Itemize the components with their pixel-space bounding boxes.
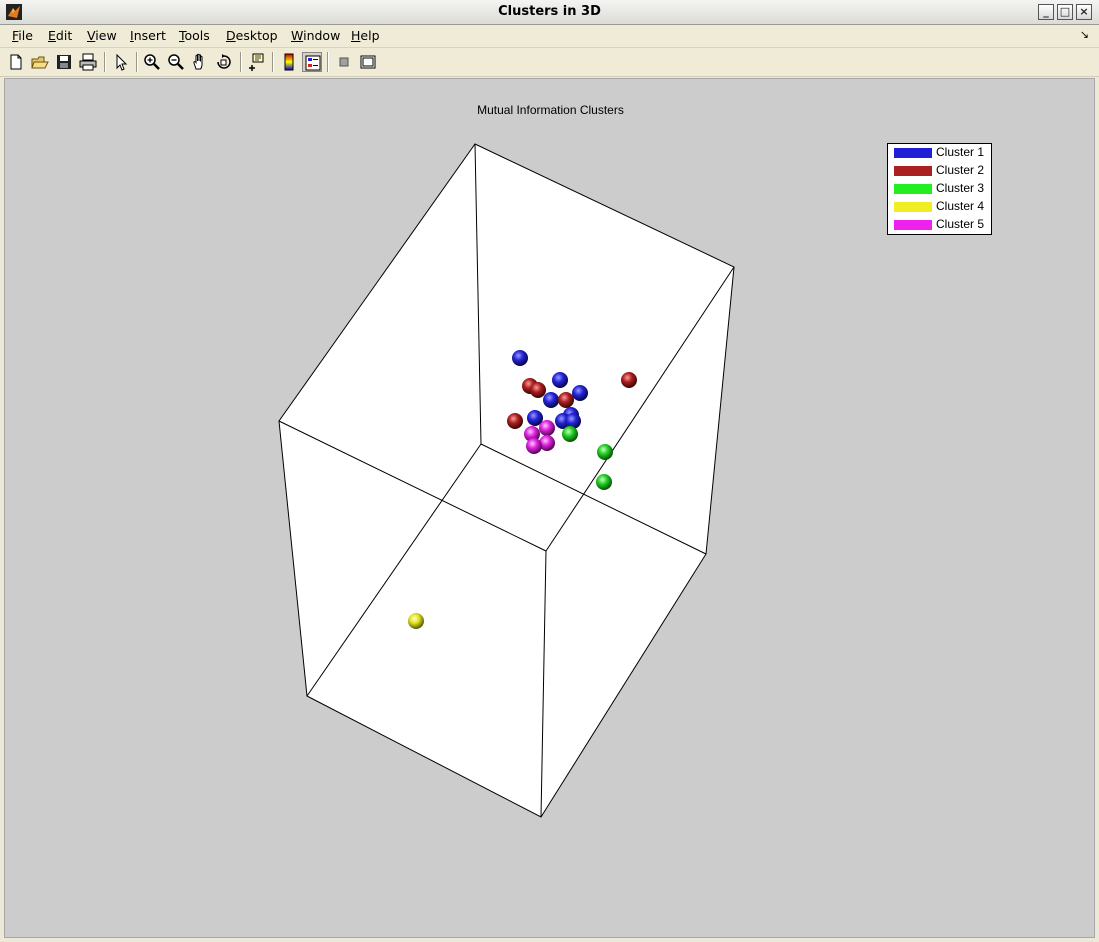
edit-plot-arrow-icon[interactable] <box>111 52 131 72</box>
legend-label: Cluster 4 <box>936 199 985 213</box>
save-icon[interactable] <box>54 52 74 72</box>
menu-edit[interactable]: Edit <box>48 28 72 43</box>
menu-bar: File Edit View Insert Tools Desktop Wind… <box>0 25 1099 48</box>
rotate-3d-icon[interactable] <box>214 52 234 72</box>
hide-plot-tools-icon[interactable] <box>334 52 354 72</box>
cluster-2-point <box>621 372 637 388</box>
legend-label: Cluster 3 <box>936 181 985 195</box>
pan-hand-icon[interactable] <box>190 52 210 72</box>
figure-canvas[interactable]: Mutual Information Clusters Cluster 1 Cl… <box>4 78 1095 938</box>
cluster-3-point <box>562 426 578 442</box>
menu-desktop[interactable]: Desktop <box>226 28 278 43</box>
toolbar-separator <box>272 52 274 72</box>
legend-swatch <box>894 220 932 230</box>
menu-view[interactable]: View <box>87 28 117 43</box>
window-titlebar: Clusters in 3D _ □ × <box>0 0 1099 25</box>
minimize-button[interactable]: _ <box>1038 4 1054 20</box>
dock-figure-icon[interactable]: ↘ <box>1080 28 1089 41</box>
menu-insert[interactable]: Insert <box>130 28 166 43</box>
new-figure-icon[interactable] <box>6 52 26 72</box>
legend-swatch <box>894 202 932 212</box>
cluster-5-point <box>539 420 555 436</box>
cluster-2-point <box>507 413 523 429</box>
legend-swatch <box>894 166 932 176</box>
zoom-out-icon[interactable] <box>166 52 186 72</box>
toolbar-separator <box>104 52 106 72</box>
open-file-icon[interactable] <box>30 52 50 72</box>
cluster-4-point <box>408 613 424 629</box>
toolbar-separator <box>136 52 138 72</box>
cluster-3-point <box>596 474 612 490</box>
zoom-in-icon[interactable] <box>142 52 162 72</box>
cluster-1-point <box>512 350 528 366</box>
legend-label: Cluster 5 <box>936 217 985 231</box>
legend-box[interactable]: Cluster 1 Cluster 2 Cluster 3 Cluster 4 … <box>887 143 992 235</box>
axes-box-background <box>278 143 735 818</box>
legend-icon[interactable] <box>302 52 322 72</box>
legend-swatch <box>894 148 932 158</box>
figure-toolbar <box>0 48 1099 77</box>
cluster-3-point <box>597 444 613 460</box>
colorbar-icon[interactable] <box>279 52 299 72</box>
toolbar-separator <box>240 52 242 72</box>
maximize-button[interactable]: □ <box>1057 4 1073 20</box>
toolbar-separator <box>327 52 329 72</box>
cluster-5-point <box>526 438 542 454</box>
data-cursor-icon[interactable] <box>246 52 266 72</box>
print-icon[interactable] <box>78 52 98 72</box>
window-title: Clusters in 3D <box>498 4 601 19</box>
menu-file[interactable]: File <box>12 28 33 43</box>
cluster-2-point <box>530 382 546 398</box>
menu-help[interactable]: Help <box>351 28 380 43</box>
cluster-1-point <box>543 392 559 408</box>
close-button[interactable]: × <box>1076 4 1092 20</box>
cluster-1-point <box>572 385 588 401</box>
plot-title: Mutual Information Clusters <box>477 103 624 117</box>
legend-label: Cluster 1 <box>936 145 985 159</box>
cluster-1-point <box>552 372 568 388</box>
menu-tools[interactable]: Tools <box>179 28 210 43</box>
legend-swatch <box>894 184 932 194</box>
show-plot-tools-icon[interactable] <box>358 52 378 72</box>
legend-label: Cluster 2 <box>936 163 985 177</box>
menu-window[interactable]: Window <box>291 28 340 43</box>
cluster-2-point <box>558 392 574 408</box>
